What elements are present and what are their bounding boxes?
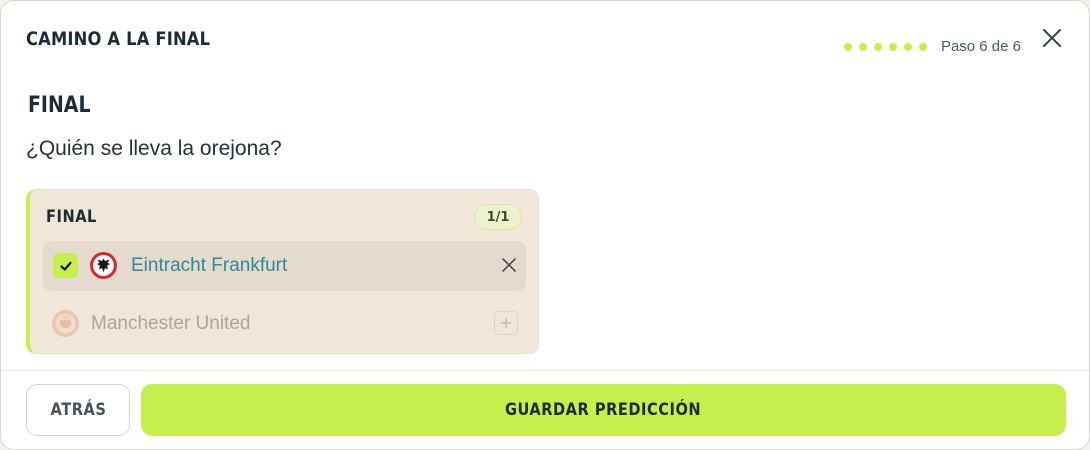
close-icon	[502, 258, 516, 272]
step-dot-2	[858, 42, 867, 51]
team-name-eintracht-frankfurt: Eintracht Frankfurt	[131, 255, 288, 276]
team-name-manchester-united: Manchester United	[91, 313, 251, 334]
plus-icon	[501, 318, 511, 328]
section-title: FINAL	[28, 93, 91, 118]
manchester-united-crest-icon	[52, 310, 79, 337]
step-progress: Paso 6 de 6	[843, 38, 1021, 55]
step-dot-1	[843, 42, 852, 51]
remove-selection-button[interactable]	[500, 256, 518, 274]
card-title: FINAL	[46, 207, 97, 227]
team-option-manchester-united[interactable]: Manchester United	[43, 299, 526, 349]
step-dot-3	[873, 42, 882, 51]
back-button-label: ATRÁS	[50, 400, 106, 420]
save-button-label: GUARDAR PREDICCIÓN	[505, 400, 702, 420]
back-button[interactable]: ATRÁS	[26, 384, 130, 436]
team-option-eintracht-frankfurt[interactable]: Eintracht Frankfurt	[43, 241, 526, 291]
modal-title: CAMINO A LA FINAL	[26, 28, 211, 50]
question-text: ¿Quién se lleva la orejona?	[26, 137, 282, 160]
step-dot-6	[918, 42, 927, 51]
eintracht-frankfurt-crest-icon	[90, 252, 117, 279]
selection-count-badge: 1/1	[474, 204, 522, 230]
close-button[interactable]	[1041, 27, 1063, 49]
step-dot-4	[888, 42, 897, 51]
step-counter: Paso 6 de 6	[940, 38, 1021, 55]
step-dot-5	[903, 42, 912, 51]
prediction-modal: CAMINO A LA FINAL Paso 6 de 6 FINAL ¿Qui…	[0, 0, 1090, 450]
save-prediction-button[interactable]: GUARDAR PREDICCIÓN	[141, 384, 1066, 436]
selected-checkbox[interactable]	[53, 253, 78, 278]
footer-divider	[1, 370, 1089, 371]
close-icon	[1043, 29, 1061, 47]
check-icon	[59, 261, 72, 271]
final-match-card: FINAL 1/1 Eintracht Frankfurt Manchester…	[26, 189, 539, 354]
add-selection-button[interactable]	[494, 311, 518, 335]
